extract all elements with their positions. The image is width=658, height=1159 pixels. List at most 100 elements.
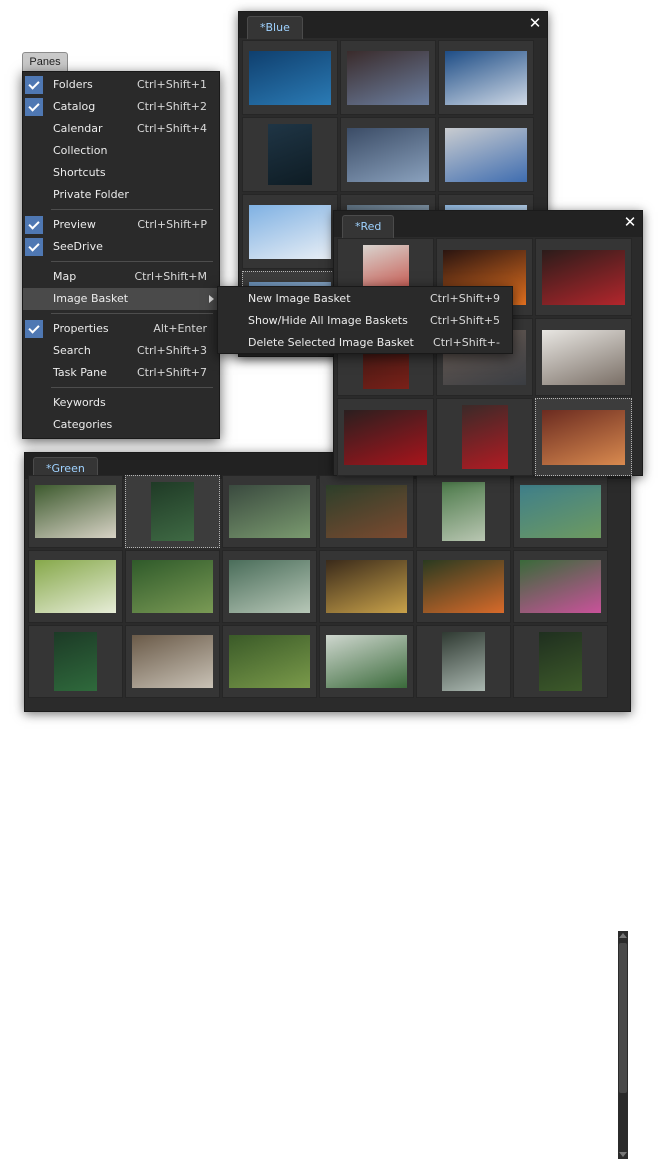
close-icon[interactable]: ✕ [622, 214, 638, 230]
menu-item-collection[interactable]: Collection [23, 140, 219, 162]
menu-separator [51, 209, 213, 210]
thumbnail-cell[interactable] [125, 550, 220, 623]
menu-item-search[interactable]: Search Ctrl+Shift+3 [23, 340, 219, 362]
image-thumbnail [35, 485, 116, 538]
menu-item-shortcut: Alt+Enter [153, 322, 207, 335]
thumbnail-cell[interactable] [125, 475, 220, 548]
thumbnail-cell[interactable] [28, 475, 123, 548]
menu-item-label: Categories [53, 418, 113, 431]
menu-item-label: Task Pane [53, 366, 107, 379]
thumbnail-cell[interactable] [242, 117, 338, 192]
thumbnail-cell[interactable] [125, 625, 220, 698]
image-thumbnail [539, 632, 582, 691]
thumbnail-cell[interactable] [535, 238, 632, 316]
image-thumbnail [347, 128, 429, 182]
thumbnail-cell[interactable] [319, 550, 414, 623]
image-thumbnail [326, 485, 407, 538]
thumbnail-cell[interactable] [28, 625, 123, 698]
check-slot [25, 164, 43, 182]
checkmark-icon [25, 216, 43, 234]
submenu-item-label: New Image Basket [248, 292, 351, 305]
menu-item-label: Shortcuts [53, 166, 106, 179]
thumbnail-cell[interactable] [513, 550, 608, 623]
thumbnail-cell[interactable] [319, 475, 414, 548]
menu-item-label: Map [53, 270, 77, 283]
menu-item-shortcut: Ctrl+Shift+P [137, 218, 207, 231]
image-thumbnail [229, 635, 310, 688]
image-thumbnail [326, 560, 407, 613]
thumbnail-cell[interactable] [222, 550, 317, 623]
checkmark-icon [25, 98, 43, 116]
menu-item-shortcut: Ctrl+Shift+4 [136, 122, 207, 135]
thumbnail-cell[interactable] [337, 398, 434, 476]
thumbnail-cell[interactable] [438, 40, 534, 115]
menu-item-image-basket[interactable]: Image Basket [23, 288, 219, 310]
thumbnail-cell[interactable] [319, 625, 414, 698]
menu-item-catalog[interactable]: Catalog Ctrl+Shift+2 [23, 96, 219, 118]
menu-item-label: Image Basket [53, 292, 129, 305]
thumbnail-cell[interactable] [242, 194, 338, 269]
blue-basket-header: *Blue ✕ [239, 12, 547, 39]
thumbnail-cell[interactable] [438, 117, 534, 192]
menu-item-private-folder[interactable]: Private Folder [23, 184, 219, 206]
image-thumbnail [249, 51, 331, 105]
menu-separator [51, 261, 213, 262]
thumbnail-cell[interactable] [436, 398, 533, 476]
menu-item-keywords[interactable]: Keywords [23, 392, 219, 414]
menu-item-shortcuts[interactable]: Shortcuts [23, 162, 219, 184]
image-thumbnail [423, 560, 504, 613]
menu-item-shortcut: Ctrl+Shift+1 [136, 78, 207, 91]
thumbnail-cell[interactable] [340, 117, 436, 192]
thumbnail-cell[interactable] [535, 398, 632, 476]
scroll-up-arrow-icon[interactable] [619, 933, 627, 938]
menu-item-properties[interactable]: Properties Alt+Enter [23, 318, 219, 340]
check-slot [25, 394, 43, 412]
thumbnail-cell[interactable] [416, 625, 511, 698]
check-slot [25, 142, 43, 160]
check-slot [25, 364, 43, 382]
image-thumbnail [520, 485, 601, 538]
menu-item-categories[interactable]: Categories [23, 414, 219, 436]
submenu-item-new-image-basket[interactable]: New Image Basket Ctrl+Shift+9 [218, 288, 512, 310]
green-scrollbar[interactable] [618, 931, 628, 1159]
image-thumbnail [542, 250, 625, 305]
menu-item-seedrive[interactable]: SeeDrive [23, 236, 219, 258]
thumbnail-cell[interactable] [416, 475, 511, 548]
thumbnail-cell[interactable] [222, 625, 317, 698]
menu-item-preview[interactable]: Preview Ctrl+Shift+P [23, 214, 219, 236]
blue-basket-tab[interactable]: *Blue [247, 16, 303, 39]
submenu-item-shortcut: Ctrl+Shift+9 [429, 292, 500, 305]
scroll-down-arrow-icon[interactable] [619, 1152, 627, 1157]
check-slot [25, 342, 43, 360]
thumbnail-cell[interactable] [416, 550, 511, 623]
menu-item-shortcut: Ctrl+Shift+7 [136, 366, 207, 379]
close-icon[interactable]: ✕ [527, 15, 543, 31]
menu-item-task-pane[interactable]: Task Pane Ctrl+Shift+7 [23, 362, 219, 384]
scroll-thumb[interactable] [619, 943, 627, 1093]
check-slot [25, 186, 43, 204]
menu-item-label: Search [53, 344, 91, 357]
thumbnail-cell[interactable] [513, 475, 608, 548]
image-thumbnail [132, 560, 213, 613]
image-thumbnail [326, 635, 407, 688]
menu-item-shortcut: Ctrl+Shift+2 [136, 100, 207, 113]
thumbnail-cell[interactable] [535, 318, 632, 396]
thumbnail-cell[interactable] [513, 625, 608, 698]
menu-item-map[interactable]: Map Ctrl+Shift+M [23, 266, 219, 288]
thumbnail-cell[interactable] [340, 40, 436, 115]
checkmark-icon [25, 238, 43, 256]
thumbnail-cell[interactable] [242, 40, 338, 115]
thumbnail-cell[interactable] [28, 550, 123, 623]
red-basket-header: *Red ✕ [334, 211, 642, 238]
image-thumbnail [542, 330, 625, 385]
submenu-item-delete-selected-image-basket[interactable]: Delete Selected Image Basket Ctrl+Shift+- [218, 332, 512, 354]
submenu-item-show-hide-all-image-baskets[interactable]: Show/Hide All Image Baskets Ctrl+Shift+5 [218, 310, 512, 332]
menu-item-calendar[interactable]: Calendar Ctrl+Shift+4 [23, 118, 219, 140]
image-thumbnail [54, 632, 97, 691]
menu-item-label: Catalog [53, 100, 96, 113]
red-basket-tab[interactable]: *Red [342, 215, 395, 238]
thumbnail-cell[interactable] [222, 475, 317, 548]
image-thumbnail [249, 205, 331, 259]
menu-item-folders[interactable]: Folders Ctrl+Shift+1 [23, 74, 219, 96]
image-thumbnail [442, 632, 485, 691]
